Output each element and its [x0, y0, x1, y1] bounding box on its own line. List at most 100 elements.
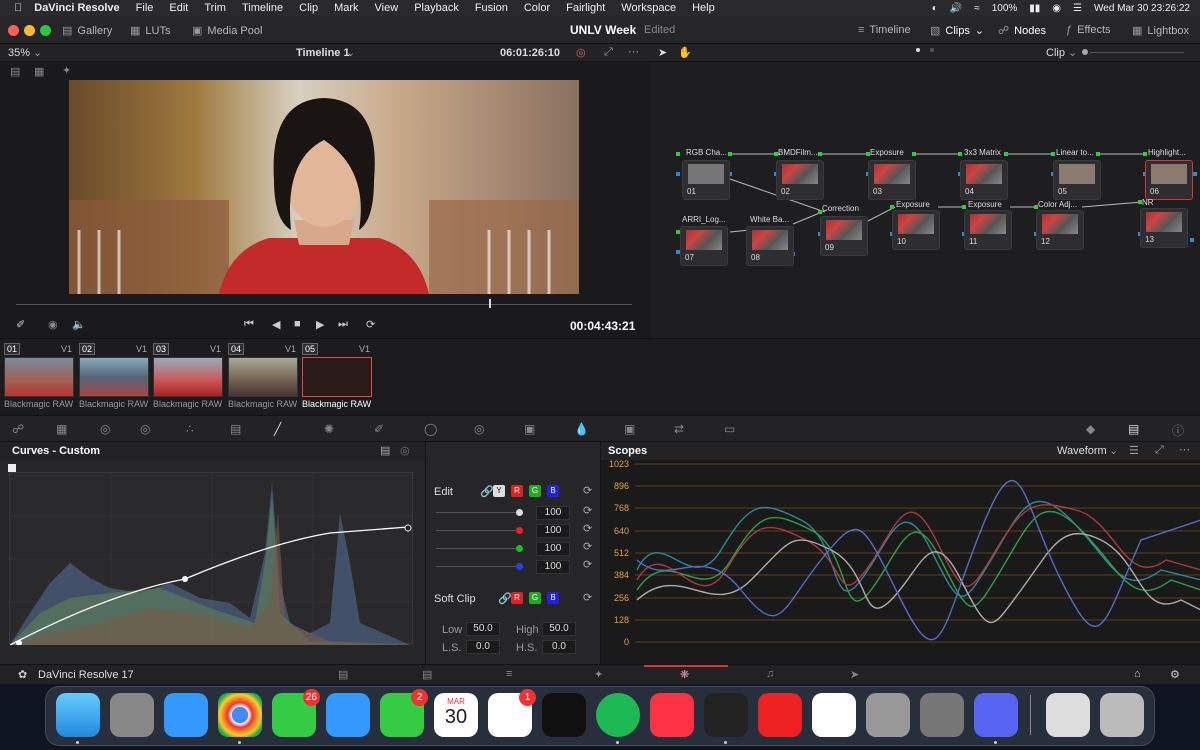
- timeline-button[interactable]: ≡ Timeline: [858, 24, 911, 36]
- spotify-icon[interactable]: [596, 693, 640, 737]
- node-02[interactable]: 02: [776, 160, 824, 200]
- low-value[interactable]: 50.0: [466, 622, 500, 636]
- calendar-icon[interactable]: MAR 30: [434, 693, 478, 737]
- reset-icon[interactable]: ⟳: [583, 484, 592, 497]
- hdr-icon[interactable]: ◎: [140, 422, 150, 436]
- page-dot-active[interactable]: [916, 48, 920, 52]
- channel-y-button[interactable]: Y: [493, 485, 505, 497]
- media-page-icon[interactable]: ▤: [338, 668, 348, 681]
- system-preferences-icon[interactable]: [866, 693, 910, 737]
- menu-file[interactable]: File: [136, 2, 154, 14]
- rgb-mixer-icon[interactable]: ∴: [186, 422, 194, 436]
- scopes-icon[interactable]: ▤: [1128, 422, 1139, 436]
- reset-icon[interactable]: ⟳: [583, 591, 592, 604]
- key-icon[interactable]: ▣: [624, 422, 635, 436]
- chrome-icon[interactable]: [218, 693, 262, 737]
- menu-workspace[interactable]: Workspace: [621, 2, 676, 14]
- menu-view[interactable]: View: [375, 2, 399, 14]
- facetime-icon[interactable]: 2: [380, 689, 428, 737]
- reset-icon[interactable]: ⟳: [583, 540, 592, 553]
- node-07[interactable]: 07: [680, 226, 728, 266]
- mail-icon[interactable]: [326, 693, 370, 737]
- menu-trim[interactable]: Trim: [204, 2, 226, 14]
- fusion-page-icon[interactable]: ✦: [594, 668, 603, 681]
- skip-back-icon[interactable]: ⏮: [244, 318, 254, 331]
- color-warper-icon[interactable]: ✺: [324, 422, 334, 436]
- channel-g-button[interactable]: G: [529, 485, 541, 497]
- node-mode-select[interactable]: Clip: [1046, 47, 1065, 59]
- softclip-b-button[interactable]: B: [547, 592, 559, 604]
- y-intensity-slider[interactable]: 100 ⟳: [436, 505, 596, 520]
- skip-forward-icon[interactable]: ⏭: [338, 318, 348, 331]
- media-pool-button[interactable]: ▣ Media Pool: [192, 24, 262, 38]
- menu-color[interactable]: Color: [524, 2, 550, 14]
- node-06-selected[interactable]: 06: [1145, 160, 1193, 200]
- window-icon[interactable]: ◯: [424, 422, 437, 436]
- reset-icon[interactable]: ⟳: [583, 522, 592, 535]
- pointer-icon[interactable]: ➤: [658, 46, 667, 59]
- 3d-icon[interactable]: ▭: [724, 422, 735, 436]
- clock[interactable]: Wed Mar 30 23:26:22: [1094, 3, 1190, 14]
- zoom-slider-handle[interactable]: [1082, 49, 1088, 55]
- zoom-button[interactable]: [40, 25, 51, 36]
- node-05[interactable]: 05: [1053, 160, 1101, 200]
- curve-graph[interactable]: [9, 472, 414, 646]
- menu-fairlight[interactable]: Fairlight: [566, 2, 605, 14]
- battery-icon[interactable]: ▮▮: [1029, 3, 1040, 14]
- creative-cloud-icon[interactable]: [758, 693, 802, 737]
- apple-tv-icon[interactable]: [542, 693, 586, 737]
- clip-thumbnail[interactable]: 01 V1 Blackmagic RAW: [4, 343, 74, 413]
- node-08[interactable]: 08: [746, 226, 794, 266]
- info-icon[interactable]: ⓘ: [1172, 422, 1184, 439]
- slider-handle[interactable]: [516, 545, 523, 552]
- softclip-g-button[interactable]: G: [529, 592, 541, 604]
- chevron-down-icon[interactable]: ⌄: [346, 46, 355, 59]
- node-graph[interactable]: RGB Cha... 01 BMDFilm... 02 Exposure 03 …: [650, 62, 1200, 338]
- slider-handle[interactable]: [516, 509, 523, 516]
- node-04[interactable]: 04: [960, 160, 1008, 200]
- trash-icon[interactable]: [1100, 693, 1144, 737]
- documents-icon[interactable]: [1046, 693, 1090, 737]
- menu-clip[interactable]: Clip: [299, 2, 318, 14]
- video-frame[interactable]: [69, 80, 579, 294]
- keyframes-icon[interactable]: ◆: [1086, 422, 1095, 436]
- chevron-down-icon[interactable]: ⌄: [1068, 46, 1077, 59]
- channel-r-button[interactable]: R: [511, 485, 523, 497]
- deliver-page-icon[interactable]: ➤: [850, 668, 859, 681]
- viewer-layout-icon[interactable]: ▤: [10, 65, 20, 78]
- apple-icon[interactable]: : [14, 2, 22, 14]
- g-intensity-slider[interactable]: 100 ⟳: [436, 540, 596, 556]
- stop-icon[interactable]: ■: [294, 318, 301, 330]
- color-wheels-icon[interactable]: ◎: [100, 422, 110, 436]
- magic-mask-icon[interactable]: ▣: [524, 422, 535, 436]
- clip-thumbnail[interactable]: 04 V1 Blackmagic RAW: [228, 343, 298, 413]
- menu-help[interactable]: Help: [692, 2, 715, 14]
- page-dot[interactable]: [930, 48, 934, 52]
- menu-timeline[interactable]: Timeline: [242, 2, 283, 14]
- menu-edit[interactable]: Edit: [169, 2, 188, 14]
- luts-button[interactable]: ▦ LUTs: [130, 24, 170, 38]
- link-icon[interactable]: 🔗: [480, 485, 494, 498]
- slider-handle[interactable]: [516, 527, 523, 534]
- zoom-slider-track[interactable]: [1090, 52, 1184, 53]
- menu-app-name[interactable]: DaVinci Resolve: [34, 2, 119, 14]
- lightbox-button[interactable]: ▦ Lightbox: [1132, 24, 1189, 38]
- y-value[interactable]: 100: [536, 506, 570, 520]
- discord-icon[interactable]: [974, 693, 1018, 737]
- menu-playback[interactable]: Playback: [414, 2, 459, 14]
- motion-effects-icon[interactable]: ▤: [230, 422, 241, 436]
- magic-wand-icon[interactable]: ✦: [62, 64, 71, 77]
- camera-raw-icon[interactable]: ☍: [12, 422, 24, 436]
- gallery-button[interactable]: ▤ Gallery: [62, 24, 112, 38]
- high-value[interactable]: 50.0: [542, 622, 576, 636]
- node-12[interactable]: 12: [1036, 210, 1084, 250]
- blur-icon[interactable]: 💧: [574, 422, 589, 436]
- messages-icon[interactable]: 26: [272, 689, 320, 737]
- speaker-icon[interactable]: 🔈: [72, 318, 86, 331]
- wifi-icon[interactable]: ◉: [1052, 3, 1061, 14]
- home-icon[interactable]: ⌂: [1134, 668, 1141, 680]
- node-03[interactable]: 03: [868, 160, 916, 200]
- bluetooth-icon[interactable]: ≈: [974, 3, 980, 14]
- node-10[interactable]: 10: [892, 210, 940, 250]
- curve-handle-icon[interactable]: [8, 464, 16, 472]
